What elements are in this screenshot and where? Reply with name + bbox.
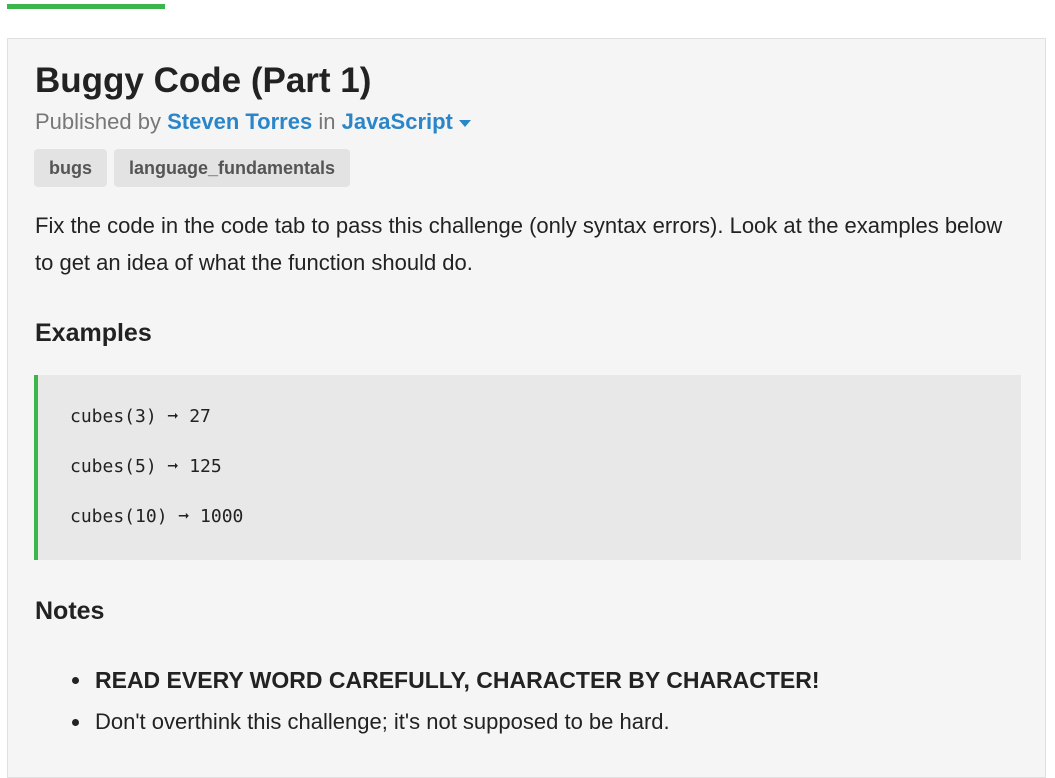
notes-list: READ EVERY WORD CAREFULLY, CHARACTER BY …: [68, 659, 820, 743]
examples-code-block: cubes(3) ➞ 27 cubes(5) ➞ 125 cubes(10) ➞…: [34, 375, 1021, 560]
example-line: cubes(5) ➞ 125: [70, 456, 222, 477]
language-dropdown[interactable]: JavaScript: [342, 109, 471, 134]
in-label: in: [318, 109, 336, 134]
tag-language-fundamentals[interactable]: language_fundamentals: [114, 149, 351, 187]
tag-list: bugs language_fundamentals: [34, 149, 351, 187]
example-line: cubes(10) ➞ 1000: [70, 506, 244, 527]
notes-heading: Notes: [35, 597, 105, 625]
challenge-card: Buggy Code (Part 1) Published by Steven …: [7, 38, 1046, 778]
progress-bar: [0, 0, 1055, 9]
challenge-description: Fix the code in the code tab to pass thi…: [35, 213, 1003, 275]
examples-heading: Examples: [35, 319, 152, 347]
caret-down-icon[interactable]: [458, 119, 471, 127]
challenge-title: Buggy Code (Part 1): [35, 61, 372, 100]
note-item: Don't overthink this challenge; it's not…: [68, 701, 820, 743]
progress-fill: [7, 4, 166, 9]
published-label: Published by: [35, 109, 161, 134]
language-label[interactable]: JavaScript: [342, 109, 453, 134]
tag-bugs[interactable]: bugs: [34, 149, 107, 187]
byline: Published by Steven Torres in JavaScript: [35, 107, 471, 137]
note-item: READ EVERY WORD CAREFULLY, CHARACTER BY …: [68, 659, 820, 701]
example-line: cubes(3) ➞ 27: [70, 406, 211, 427]
author-link[interactable]: Steven Torres: [167, 109, 312, 134]
